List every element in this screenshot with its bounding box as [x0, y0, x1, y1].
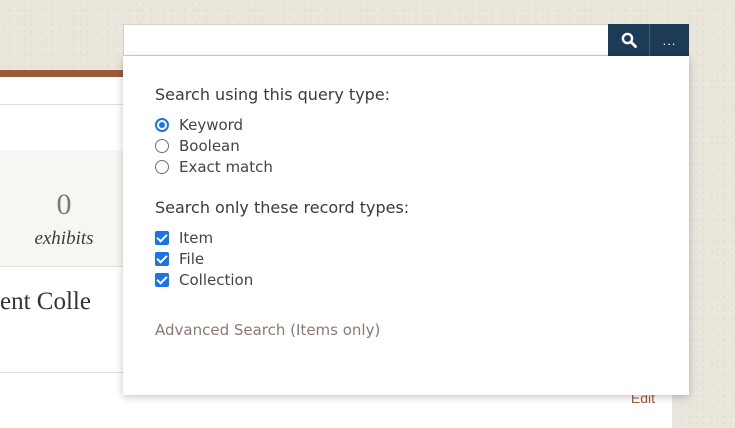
query-type-option-keyword[interactable]: Keyword: [155, 114, 689, 135]
collection-title: ent Colle: [0, 288, 91, 315]
advanced-search-link[interactable]: Advanced Search (Items only): [155, 321, 380, 339]
collection-label: Collection: [179, 270, 254, 289]
boolean-radio[interactable]: [155, 138, 169, 153]
search-bar: ...: [123, 24, 689, 56]
record-type-option-file[interactable]: File: [155, 248, 689, 269]
search-icon: [621, 32, 637, 48]
exact-match-radio[interactable]: [155, 159, 169, 174]
file-label: File: [179, 249, 205, 268]
file-checkbox[interactable]: [155, 251, 169, 266]
query-type-heading: Search using this query type:: [155, 85, 391, 104]
query-type-option-exact-match[interactable]: Exact match: [155, 156, 689, 177]
record-type-option-collection[interactable]: Collection: [155, 269, 689, 290]
boolean-label: Boolean: [179, 136, 240, 155]
item-label: Item: [179, 228, 214, 247]
search-input[interactable]: [123, 24, 608, 56]
collection-checkbox[interactable]: [155, 272, 169, 287]
exhibits-count: 0: [56, 188, 72, 221]
exhibits-label: exhibits: [34, 228, 94, 249]
keyword-radio[interactable]: [155, 117, 169, 132]
search-button[interactable]: [608, 24, 649, 56]
advanced-search-popup: Search using this query type: Keyword Bo…: [123, 56, 689, 395]
item-checkbox[interactable]: [155, 230, 169, 245]
record-types-heading: Search only these record types:: [155, 198, 410, 217]
keyword-label: Keyword: [179, 115, 244, 134]
query-type-option-boolean[interactable]: Boolean: [155, 135, 689, 156]
search-options-button[interactable]: ...: [649, 24, 689, 56]
exact-match-label: Exact match: [179, 157, 273, 176]
record-type-option-item[interactable]: Item: [155, 227, 689, 248]
